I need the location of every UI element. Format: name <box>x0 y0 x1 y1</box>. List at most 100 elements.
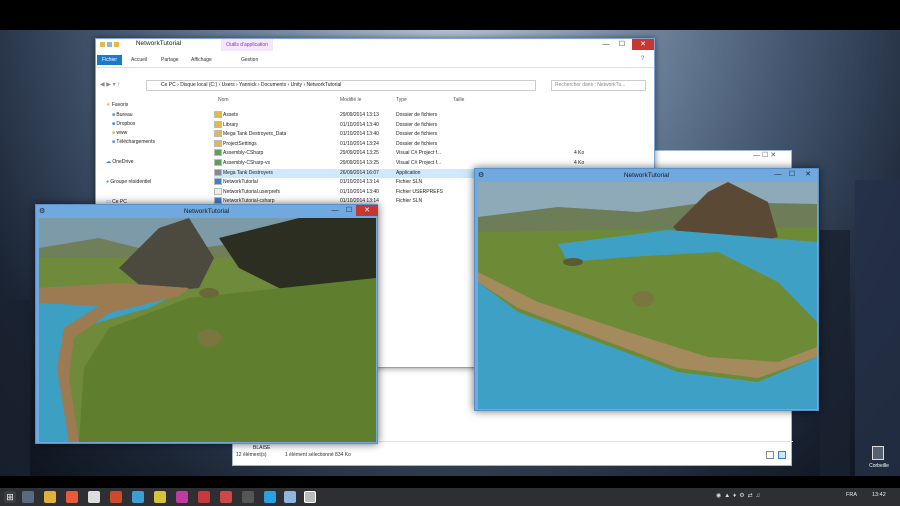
clock[interactable]: 13:42 <box>872 492 886 498</box>
close-button[interactable]: ✕ <box>632 39 654 50</box>
file-row[interactable]: Assembly-CSharp-vs 29/09/2014 13:25 Visual… <box>214 159 654 168</box>
help-icon[interactable]: ? <box>641 56 644 62</box>
breadcrumb-item[interactable]: NetworkTutorial <box>307 82 342 88</box>
file-name: Assembly-CSharp-vs <box>223 160 270 166</box>
breadcrumb-item[interactable]: Yannick <box>239 82 256 88</box>
taskbar-app-unity[interactable] <box>304 491 316 503</box>
game-window-left[interactable]: ⚙ NetworkTutorial — ☐ ✕ <box>35 204 378 444</box>
recycle-bin-icon <box>872 446 884 460</box>
tank <box>199 288 219 298</box>
nav-arrows[interactable]: ◀ ▶ ▾ ↑ <box>100 81 145 88</box>
breadcrumb-item[interactable]: Ce PC <box>161 82 176 88</box>
window-title: NetworkTutorial <box>135 40 182 47</box>
recycle-bin[interactable]: Corbeille <box>866 446 890 474</box>
taskbar-app-2[interactable] <box>132 491 144 503</box>
letterbox-top <box>0 0 900 30</box>
breadcrumb-item[interactable]: Disque local (C:) <box>180 82 217 88</box>
breadcrumb-item[interactable]: Documents <box>261 82 286 88</box>
column-header-type[interactable]: Type <box>396 97 407 103</box>
file-name: Library <box>223 121 239 128</box>
nav-item-www[interactable]: ■ www <box>112 130 127 136</box>
minimize-button[interactable]: — <box>328 205 342 216</box>
details-view-icon[interactable] <box>766 451 774 459</box>
breadcrumb: Ce PC › Disque local (C:) › Users › Yann… <box>161 82 341 88</box>
minimize-button[interactable]: — <box>598 39 614 50</box>
maximize-button[interactable]: ☐ <box>614 39 630 50</box>
status-selection: 1 élément sélectionné 834 Ko <box>285 452 351 458</box>
file-type: Visual C# Project f... <box>396 160 442 166</box>
taskbar-app-firefox[interactable] <box>66 491 78 503</box>
close-button[interactable]: ✕ <box>356 205 378 216</box>
file-date: 01/10/2014 13:40 <box>340 188 379 195</box>
file-type: Application <box>396 169 421 176</box>
ribbon: NetworkTutorial Outils d'application Fic… <box>96 39 654 67</box>
game-window-right[interactable]: ⚙ NetworkTutorial — ☐ ✕ <box>474 168 819 411</box>
tab-partage[interactable]: Partage <box>156 55 184 65</box>
taskbar-app-skype[interactable] <box>264 491 276 503</box>
taskbar-app-opera[interactable] <box>88 491 100 503</box>
column-header-size[interactable]: Taille <box>453 97 464 103</box>
address-bar[interactable]: Ce PC › Disque local (C:) › Users › Yann… <box>146 80 536 91</box>
close-button[interactable]: ✕ <box>801 169 815 180</box>
nav-item-bureau[interactable]: ■ Bureau <box>112 112 133 118</box>
file-date: 29/09/2014 13:25 <box>340 160 379 166</box>
file-icon <box>214 187 222 195</box>
file-size: 4 Ko <box>574 160 585 166</box>
breadcrumb-item[interactable]: Users <box>222 82 235 88</box>
up-arrow-icon[interactable]: ↑ <box>117 82 120 88</box>
taskbar-app-7[interactable] <box>242 491 254 503</box>
back-list-item[interactable]: BLAISE <box>253 445 271 451</box>
folder-icon <box>214 139 222 147</box>
minimize-button[interactable]: — <box>771 169 785 180</box>
maximize-button[interactable]: ☐ <box>785 169 799 180</box>
file-type: Dossier de fichiers <box>396 121 438 128</box>
file-date: 29/09/2014 13:13 <box>340 112 379 118</box>
file-row[interactable]: ProjectSettings 01/10/2014 13:24 Dossier d… <box>214 139 654 149</box>
nav-groupe[interactable]: ● Groupe résidentiel <box>106 179 151 185</box>
taskbar-app-3[interactable] <box>154 491 166 503</box>
large-icons-view-icon[interactable] <box>778 451 786 459</box>
taskbar-app-4[interactable] <box>176 491 188 503</box>
nav-item-telechargements[interactable]: ■ Téléchargements <box>112 139 155 145</box>
nav-item-label: Téléchargements <box>116 139 155 145</box>
language-indicator[interactable]: FRA <box>846 492 857 498</box>
taskbar-app-explorer[interactable] <box>22 491 34 503</box>
maximize-icon[interactable]: ☐ <box>762 152 770 159</box>
nav-item-label: Dropbox <box>116 121 136 127</box>
minimize-icon[interactable]: — <box>753 152 762 159</box>
column-header-name[interactable]: Nom <box>218 97 229 103</box>
file-date: 26/09/2014 16:07 <box>340 169 379 176</box>
tab-fichier[interactable]: Fichier <box>97 55 123 65</box>
taskbar-app-8[interactable] <box>284 491 296 503</box>
file-row[interactable]: Mega Tank Destroyers_Data 01/10/2014 13:4… <box>214 130 654 139</box>
taskbar-app-5[interactable] <box>198 491 210 503</box>
file-size: 4 Ko <box>574 150 585 157</box>
system-tray-icons[interactable]: ◉▲♦⚙⇄♫ <box>716 492 816 502</box>
file-name: NetworkTutorial <box>223 179 258 186</box>
taskbar-app-folder[interactable] <box>44 491 56 503</box>
nav-favoris[interactable]: ★ Favoris <box>106 102 128 108</box>
file-row[interactable]: Assembly-CSharp 29/09/2014 13:25 Visual C#… <box>214 149 654 158</box>
file-date: 01/10/2014 13:40 <box>340 131 379 138</box>
file-row[interactable]: Assets 29/09/2014 13:13 Dossier de fichier… <box>214 111 654 120</box>
nav-onedrive[interactable]: ☁ OneDrive <box>106 159 134 165</box>
app-icon <box>214 168 222 176</box>
file-name: Assembly-CSharp <box>223 150 264 157</box>
game-viewport[interactable] <box>478 182 817 409</box>
window-title: NetworkTutorial <box>623 172 670 179</box>
tab-affichage[interactable]: Affichage <box>186 55 217 65</box>
game-viewport[interactable] <box>39 218 376 442</box>
search-input[interactable]: Rechercher dans : NetworkTu... <box>551 80 646 91</box>
maximize-button[interactable]: ☐ <box>342 205 356 216</box>
folder-icon <box>214 120 222 128</box>
taskbar-app-6[interactable] <box>220 491 232 503</box>
file-row[interactable]: Library 01/10/2014 13:40 Dossier de fichie… <box>214 120 654 130</box>
start-button[interactable]: ⊞ <box>4 491 16 503</box>
taskbar-app-1[interactable] <box>110 491 122 503</box>
close-icon[interactable]: ✕ <box>770 152 776 159</box>
tab-gestion[interactable]: Gestion <box>236 55 263 65</box>
column-header-date[interactable]: Modifié le <box>340 97 361 103</box>
tab-accueil[interactable]: Accueil <box>126 55 152 65</box>
breadcrumb-item[interactable]: Unity <box>291 82 302 88</box>
nav-item-dropbox[interactable]: ■ Dropbox <box>112 121 135 127</box>
